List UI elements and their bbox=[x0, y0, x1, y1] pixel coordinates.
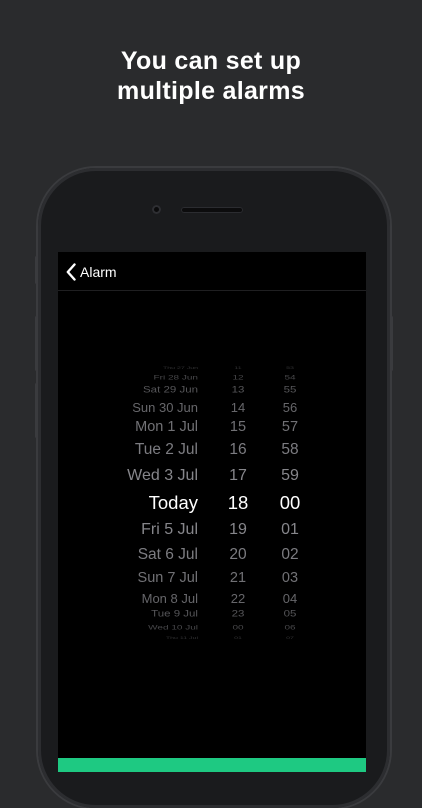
minute-option[interactable]: 59 bbox=[270, 468, 310, 484]
hour-option[interactable]: 15 bbox=[208, 420, 268, 435]
date-option[interactable]: Sat 6 Jul bbox=[138, 547, 198, 563]
hour-option[interactable]: 13 bbox=[208, 386, 268, 395]
date-option[interactable]: Fri 28 Jun bbox=[154, 374, 198, 381]
hour-option[interactable]: 11 bbox=[208, 366, 268, 369]
minute-option[interactable]: 58 bbox=[270, 442, 310, 458]
back-button[interactable]: Alarm bbox=[66, 262, 117, 282]
earpiece-speaker bbox=[181, 207, 243, 213]
front-camera bbox=[152, 205, 161, 214]
volume-down-button bbox=[35, 383, 38, 438]
date-option[interactable]: Thu 27 Jun bbox=[163, 366, 198, 369]
date-option[interactable]: Wed 10 Jul bbox=[148, 624, 198, 631]
minute-option[interactable]: 02 bbox=[270, 547, 310, 563]
hour-option[interactable]: 14 bbox=[208, 401, 268, 414]
date-option[interactable]: Sat 29 Jun bbox=[143, 386, 198, 395]
volume-up-button bbox=[35, 316, 38, 371]
minute-option[interactable]: 03 bbox=[270, 571, 310, 586]
minute-option[interactable]: 54 bbox=[270, 374, 310, 381]
hour-option[interactable]: 17 bbox=[208, 468, 268, 484]
phone-frame: Alarm Thu 27 Jun Fri 28 Jun Sat 29 Jun Sun … bbox=[35, 168, 393, 808]
minute-option[interactable]: 06 bbox=[270, 624, 310, 631]
hour-wheel[interactable]: 11 12 13 14 15 16 17 18 19 20 21 22 23 00 01 bbox=[208, 366, 268, 639]
mute-switch bbox=[35, 256, 38, 284]
minute-option[interactable]: 57 bbox=[270, 420, 310, 435]
date-time-picker[interactable]: Thu 27 Jun Fri 28 Jun Sat 29 Jun Sun 30 Jun… bbox=[58, 366, 366, 639]
minute-option-selected[interactable]: 00 bbox=[270, 493, 310, 513]
headline: You can set up multiple alarms bbox=[0, 46, 422, 106]
date-option-selected[interactable]: Today bbox=[149, 493, 198, 513]
minute-option[interactable]: 55 bbox=[270, 386, 310, 395]
phone-screen: Alarm Thu 27 Jun Fri 28 Jun Sat 29 Jun Sun … bbox=[58, 252, 366, 772]
chevron-left-icon bbox=[66, 263, 76, 281]
minute-wheel[interactable]: 53 54 55 56 57 58 59 00 01 02 03 04 05 06 07 bbox=[270, 366, 310, 639]
date-option[interactable]: Tue 9 Jul bbox=[151, 610, 198, 619]
minute-option[interactable]: 01 bbox=[270, 522, 310, 538]
date-wheel[interactable]: Thu 27 Jun Fri 28 Jun Sat 29 Jun Sun 30 Jun… bbox=[58, 366, 198, 639]
date-option[interactable]: Mon 8 Jul bbox=[142, 592, 198, 605]
hour-option[interactable]: 16 bbox=[208, 442, 268, 458]
power-button bbox=[390, 316, 393, 371]
hour-option[interactable]: 00 bbox=[208, 624, 268, 631]
headline-line-2: multiple alarms bbox=[117, 77, 305, 105]
minute-option[interactable]: 07 bbox=[270, 636, 310, 639]
minute-option[interactable]: 56 bbox=[270, 401, 310, 414]
hour-option[interactable]: 23 bbox=[208, 610, 268, 619]
set-alarm-button[interactable] bbox=[58, 758, 366, 772]
date-option[interactable]: Tue 2 Jul bbox=[135, 442, 198, 458]
hour-option[interactable]: 01 bbox=[208, 636, 268, 639]
date-option[interactable]: Fri 5 Jul bbox=[141, 522, 198, 538]
minute-option[interactable]: 04 bbox=[270, 592, 310, 605]
hour-option[interactable]: 12 bbox=[208, 374, 268, 381]
date-option[interactable]: Wed 3 Jul bbox=[127, 468, 198, 484]
back-label: Alarm bbox=[80, 264, 117, 280]
hour-option-selected[interactable]: 18 bbox=[208, 493, 268, 513]
navigation-bar: Alarm bbox=[58, 252, 366, 291]
headline-line-1: You can set up bbox=[120, 47, 302, 75]
minute-option[interactable]: 05 bbox=[270, 610, 310, 619]
date-option[interactable]: Sun 30 Jun bbox=[132, 401, 198, 414]
hour-option[interactable]: 22 bbox=[208, 592, 268, 605]
date-option[interactable]: Mon 1 Jul bbox=[135, 420, 198, 435]
hour-option[interactable]: 21 bbox=[208, 571, 268, 586]
hour-option[interactable]: 19 bbox=[208, 522, 268, 538]
minute-option[interactable]: 53 bbox=[270, 366, 310, 369]
hour-option[interactable]: 20 bbox=[208, 547, 268, 563]
date-option[interactable]: Thu 11 Jul bbox=[166, 636, 198, 639]
date-option[interactable]: Sun 7 Jul bbox=[138, 571, 198, 586]
